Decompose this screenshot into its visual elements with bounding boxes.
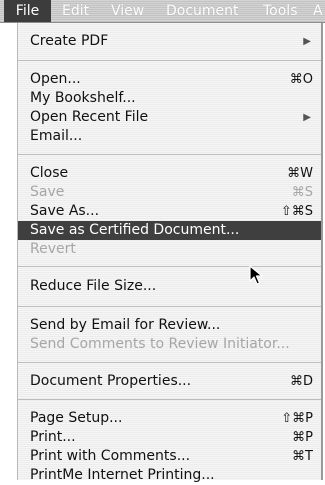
menu-document[interactable]: Document (166, 0, 239, 22)
menu-item-shortcut: ⇧⌘P (281, 411, 313, 426)
menu-item-label: Print with Comments... (30, 448, 191, 464)
submenu-arrow-icon: ▶ (303, 112, 311, 123)
menu-view[interactable]: View (111, 0, 144, 22)
menu-item-document-properties[interactable]: Document Properties... ⌘D (18, 372, 321, 391)
menu-item-label: Revert (30, 241, 76, 257)
menu-item-label: Page Setup... (30, 410, 123, 426)
menu-item-label: Save as Certified Document... (30, 222, 240, 238)
menu-item-printme-internet-printing[interactable]: PrintMe Internet Printing... (18, 466, 321, 485)
menu-item-open[interactable]: Open... ⌘O (18, 70, 321, 89)
menu-edit[interactable]: Edit (62, 0, 89, 22)
menu-separator (18, 60, 321, 61)
menu-item-shortcut: ⌘D (289, 374, 313, 389)
menu-item-open-recent-file[interactable]: Open Recent File ▶ (18, 108, 321, 127)
menu-item-label: Document Properties... (30, 373, 192, 389)
menu-item-label: Open Recent File (30, 109, 149, 125)
menu-item-label: Send Comments to Review Initiator... (30, 336, 290, 352)
menu-separator (18, 266, 321, 267)
menu-item-my-bookshelf[interactable]: My Bookshelf... (18, 89, 321, 108)
menu-item-print[interactable]: Print... ⌘P (18, 428, 321, 447)
menu-item-label: Save (30, 184, 65, 200)
menu-item-label: Email... (30, 128, 83, 144)
menu-item-shortcut: ⌘W (287, 166, 313, 181)
menu-item-label: Reduce File Size... (30, 278, 157, 294)
menu-item-print-with-comments[interactable]: Print with Comments... ⌘T (18, 447, 321, 466)
menu-item-shortcut: ⌘P (292, 430, 313, 445)
menu-item-send-comments-to-review-initiator: Send Comments to Review Initiator... (18, 335, 321, 354)
menu-separator (18, 399, 321, 400)
menu-item-create-pdf[interactable]: Create PDF ▶ (18, 32, 321, 51)
menu-item-shortcut: ⌘T (292, 449, 313, 464)
menu-item-label: Print... (30, 429, 76, 445)
menu-item-shortcut: ⌘S (291, 185, 313, 200)
menu-item-label: My Bookshelf... (30, 90, 136, 106)
menu-item-shortcut: ⇧⌘S (280, 204, 313, 219)
menu-item-reduce-file-size[interactable]: Reduce File Size... (18, 277, 321, 296)
menu-item-page-setup[interactable]: Page Setup... ⇧⌘P (18, 409, 321, 428)
menu-item-label: PrintMe Internet Printing... (30, 467, 215, 483)
menu-item-save: Save ⌘S (18, 183, 321, 202)
mouse-pointer-icon (249, 265, 265, 285)
menu-item-save-as-certified-document[interactable]: Save as Certified Document... (18, 221, 321, 240)
menu-tools[interactable]: Tools (263, 0, 298, 22)
menu-item-shortcut: ⌘O (289, 72, 313, 87)
menu-item-email[interactable]: Email... (18, 127, 321, 146)
menu-item-send-by-email-for-review[interactable]: Send by Email for Review... (18, 316, 321, 335)
menu-item-label: Save As... (30, 203, 100, 219)
menu-separator (18, 306, 321, 307)
menu-separator (18, 154, 321, 155)
menu-bar: File Edit View Document Tools A (0, 0, 325, 23)
menu-item-label: Create PDF (30, 33, 109, 49)
menu-item-close[interactable]: Close ⌘W (18, 164, 321, 183)
menu-item-save-as[interactable]: Save As... ⇧⌘S (18, 202, 321, 221)
menu-item-label: Send by Email for Review... (30, 317, 221, 333)
menu-item-label: Close (30, 165, 69, 181)
menu-item-label: Open... (30, 71, 81, 87)
file-menu-dropdown: Create PDF ▶ Open... ⌘O My Bookshelf... … (17, 23, 323, 483)
menu-item-revert: Revert (18, 240, 321, 259)
menu-separator (18, 362, 321, 363)
menu-advanced-truncated[interactable]: A (313, 0, 323, 22)
submenu-arrow-icon: ▶ (303, 36, 311, 47)
menu-file[interactable]: File (4, 0, 51, 22)
